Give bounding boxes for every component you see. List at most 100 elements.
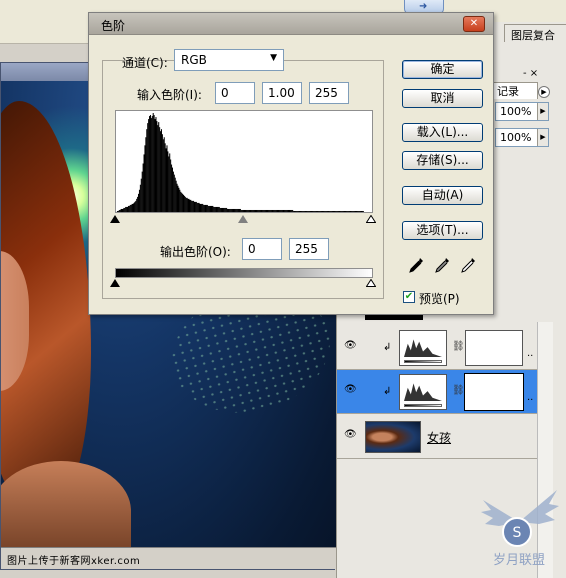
histogram-bar — [216, 206, 218, 212]
histogram-bar — [160, 129, 162, 212]
histogram-bar — [342, 210, 344, 212]
histogram-bar — [197, 202, 199, 212]
histogram-bar — [160, 131, 162, 212]
input-levels-slider[interactable] — [110, 215, 376, 225]
histogram-bar — [339, 210, 341, 212]
output-gradient-bar — [115, 268, 373, 278]
options-button[interactable]: 选项(T)... — [402, 221, 483, 240]
output-black-slider-handle[interactable] — [110, 279, 120, 287]
histogram-bar — [206, 204, 208, 212]
gray-eyedropper-icon[interactable] — [433, 256, 451, 274]
output-white-slider-handle[interactable] — [366, 279, 376, 287]
histogram-bar — [239, 208, 241, 212]
chevron-down-icon[interactable]: ▼ — [270, 53, 277, 63]
histogram-bar — [184, 196, 186, 212]
dialog-titlebar[interactable]: 色阶 ✕ — [89, 13, 493, 35]
histogram-bar — [306, 210, 308, 212]
input-white-field[interactable]: 255 — [309, 82, 349, 104]
levels-adjustment-icon[interactable] — [399, 330, 447, 366]
histogram-bar — [345, 210, 347, 212]
histogram-bar — [172, 171, 174, 212]
histogram-bar — [186, 197, 188, 212]
layer-mask-thumbnail[interactable] — [464, 373, 524, 411]
levels-dialog[interactable]: 色阶 ✕ 通道(C): RGB ▼ 输入色阶(I): 0 1.00 255 输出… — [88, 12, 494, 315]
more-icon: .. — [527, 348, 534, 359]
channel-label: 通道(C): — [122, 56, 168, 70]
histogram-bar — [302, 210, 304, 212]
histogram-bar — [292, 209, 294, 212]
histogram-bar — [205, 204, 207, 212]
layer-thumbnail[interactable] — [365, 421, 421, 453]
chain-link-icon[interactable]: ⛓ — [452, 385, 465, 396]
fill-arrow-icon[interactable]: ▶ — [537, 129, 548, 146]
histogram-bar — [149, 115, 151, 212]
output-black-field[interactable]: 0 — [242, 238, 282, 260]
histogram-bar — [180, 191, 182, 212]
close-icon[interactable]: ✕ — [463, 16, 485, 32]
eye-icon[interactable]: 👁 — [344, 341, 358, 351]
black-eyedropper-icon[interactable] — [407, 256, 425, 274]
histogram-bar — [323, 210, 325, 212]
histogram-bar — [130, 204, 132, 212]
layer-row-levels-1[interactable]: 👁 ↲ ⛓ .. — [337, 326, 537, 370]
histogram-bar — [178, 187, 180, 212]
histogram-bar — [324, 210, 326, 212]
input-gamma-slider-handle[interactable] — [238, 215, 248, 223]
logo-text: 岁月联盟 — [493, 553, 545, 568]
input-white-slider-handle[interactable] — [366, 215, 376, 223]
eye-icon[interactable]: 👁 — [344, 385, 358, 395]
opacity-field[interactable]: 100% ▶ — [495, 102, 549, 121]
cancel-button[interactable]: 取消 — [402, 89, 483, 108]
histogram-bar — [218, 206, 220, 212]
input-gamma-field[interactable]: 1.00 — [262, 82, 302, 104]
histogram-bar — [129, 204, 131, 212]
histogram-bar — [124, 207, 126, 212]
histogram-bar — [128, 205, 130, 212]
histogram-bar — [285, 209, 287, 212]
histogram-bar — [267, 209, 269, 212]
dialog-title: 色阶 — [101, 19, 126, 33]
layer-row-levels-2[interactable]: 👁 ↲ ⛓ .. — [337, 370, 537, 414]
output-white-field[interactable]: 255 — [289, 238, 329, 260]
input-black-slider-handle[interactable] — [110, 215, 120, 223]
white-eyedropper-icon[interactable] — [459, 256, 477, 274]
channel-select[interactable]: RGB ▼ — [174, 49, 284, 71]
levels-adjustment-icon[interactable] — [399, 374, 447, 410]
tab-history[interactable]: 记录 — [492, 82, 538, 99]
histogram-bar — [122, 208, 124, 212]
load-button[interactable]: 载入(L)... — [402, 123, 483, 142]
histogram-bar — [117, 210, 119, 212]
histogram-bar — [284, 209, 286, 212]
fill-field[interactable]: 100% ▶ — [495, 128, 549, 147]
ok-button[interactable]: 确定 — [402, 60, 483, 79]
auto-button[interactable]: 自动(A) — [402, 186, 483, 205]
output-levels-slider[interactable] — [110, 279, 376, 289]
histogram-bar — [308, 210, 310, 212]
panel-window-buttons[interactable]: - × — [523, 68, 538, 79]
histogram-bar — [191, 200, 193, 212]
levels-thumb-bar — [404, 360, 442, 363]
layer-mask-thumbnail[interactable] — [465, 330, 523, 366]
histogram-bar — [277, 209, 279, 212]
tab-layer-comps[interactable]: 图层复合 — [504, 24, 566, 42]
histogram-bar — [260, 209, 262, 212]
panel-menu-icon[interactable]: ▶ — [538, 86, 550, 98]
layer-row-girl[interactable]: 👁 女孩 — [337, 415, 537, 459]
input-black-field[interactable]: 0 — [215, 82, 255, 104]
histogram-bar — [271, 209, 274, 212]
levels-thumb-histogram — [404, 339, 442, 357]
preview-checkbox[interactable]: ✔ — [403, 291, 415, 303]
histogram-bar — [362, 210, 364, 212]
layer-name[interactable]: 女孩 — [427, 429, 451, 446]
save-button[interactable]: 存储(S)... — [402, 151, 483, 170]
histogram-bar — [327, 210, 329, 212]
histogram-bar — [144, 145, 146, 212]
histogram-bar — [334, 210, 336, 212]
preview-label[interactable]: 预览(P) — [419, 290, 460, 307]
histogram-bar — [337, 210, 339, 212]
eye-icon[interactable]: 👁 — [344, 430, 358, 440]
histogram-bar — [330, 210, 332, 212]
opacity-arrow-icon[interactable]: ▶ — [537, 103, 548, 120]
histogram-bar — [347, 210, 349, 212]
chain-link-icon[interactable]: ⛓ — [452, 341, 465, 352]
